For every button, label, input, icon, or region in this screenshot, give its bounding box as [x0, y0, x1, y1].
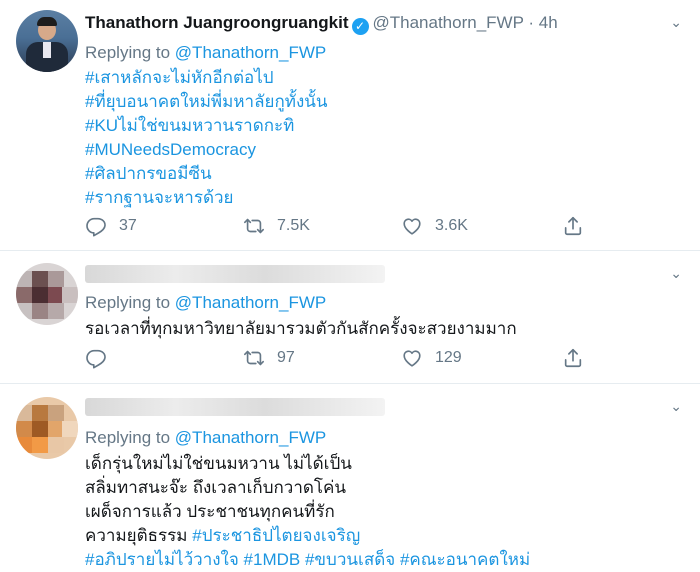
reply-button[interactable] [85, 346, 119, 370]
share-icon [562, 347, 584, 369]
retweet-button[interactable]: 97 [243, 346, 295, 370]
reply-button[interactable]: 37 [85, 214, 137, 238]
retweet-count: 7.5K [277, 217, 310, 234]
like-count: 129 [435, 349, 462, 366]
share-icon [562, 215, 584, 237]
tweet-header: Thanathorn Juangroongruangkit ✓ @Thanathor… [85, 13, 558, 35]
like-button[interactable]: 3.6K [401, 214, 468, 238]
hashtag-link[interactable]: #ศิลปากรขอมีซีน [85, 162, 328, 186]
author-name[interactable]: Thanathorn Juangroongruangkit [85, 13, 349, 32]
tweet-line: #อภิปรายไม่ไว้วางใจ #1MDB #ขบวนเสด็จ #คณ… [85, 548, 530, 572]
hashtag-link[interactable]: #เสาหลักจะไม่หักอีกต่อไป [85, 66, 328, 90]
hashtag-link[interactable]: #1MDB [244, 550, 301, 569]
tweet-text: #เสาหลักจะไม่หักอีกต่อไป #ที่ยุบอนาคตใหม… [85, 66, 328, 210]
replying-prefix: Replying to [85, 43, 171, 62]
chevron-down-icon[interactable]: ⌄ [670, 14, 682, 31]
mention-link[interactable]: @Thanathorn_FWP [175, 428, 326, 447]
retweet-count: 97 [277, 349, 295, 366]
replying-prefix: Replying to [85, 428, 171, 447]
hashtag-link[interactable]: #คณะอนาคตใหม่ [400, 550, 530, 569]
blurred-author [85, 398, 385, 416]
tweet-main[interactable]: Thanathorn Juangroongruangkit ✓ @Thanathor… [0, 0, 700, 251]
timestamp[interactable]: 4h [539, 13, 558, 32]
retweet-icon [243, 215, 265, 237]
reply-tweet[interactable]: ⌄ Replying to @Thanathorn_FWP เด็กรุ่นให… [0, 384, 700, 569]
tweet-line-text: ความยุติธรรม [85, 526, 193, 545]
replying-to: Replying to @Thanathorn_FWP [85, 293, 326, 313]
author-handle[interactable]: @Thanathorn_FWP [373, 13, 524, 32]
tweet-line: สลิ่มทาสนะจ๊ะ ถึงเวลาเก็บกวาดโค่น [85, 478, 347, 497]
hashtag-link[interactable]: #ที่ยุบอนาคตใหม่พี่มหาลัยกูทั้งนั้น [85, 90, 328, 114]
reply-tweet[interactable]: ⌄ Replying to @Thanathorn_FWP รอเวลาที่ท… [0, 251, 700, 384]
share-button[interactable] [562, 214, 584, 238]
tweet-line: เด็กรุ่นใหม่ไม่ใช่ขนมหวาน ไม่ได้เป็น [85, 454, 352, 473]
blurred-author [85, 265, 385, 283]
chevron-down-icon[interactable]: ⌄ [670, 265, 682, 282]
replying-prefix: Replying to [85, 293, 171, 312]
verified-badge-icon: ✓ [351, 18, 369, 35]
hashtag-link[interactable]: #รากฐานจะหารด้วย [85, 186, 328, 210]
tweet-text: เด็กรุ่นใหม่ไม่ใช่ขนมหวาน ไม่ได้เป็น สลิ… [85, 452, 530, 572]
avatar[interactable] [16, 10, 78, 72]
tweet-line: เผด็จการแล้ว ประชาชนทุกคนที่รัก [85, 502, 335, 521]
hashtag-link[interactable]: #อภิปรายไม่ไว้วางใจ [85, 550, 239, 569]
hashtag-link[interactable]: #MUNeedsDemocracy [85, 138, 328, 162]
tweet-line: ความยุติธรรม #ประชาธิปไตยจงเจริญ [85, 524, 530, 548]
replying-to: Replying to @Thanathorn_FWP [85, 428, 326, 448]
hashtag-link[interactable]: #KUไม่ใช่ขนมหวานราดกะทิ [85, 114, 328, 138]
heart-icon [401, 347, 423, 369]
retweet-button[interactable]: 7.5K [243, 214, 310, 238]
action-bar: 37 7.5K 3.6K [85, 214, 595, 238]
share-button[interactable] [562, 346, 584, 370]
chevron-down-icon[interactable]: ⌄ [670, 398, 682, 415]
retweet-icon [243, 347, 265, 369]
like-button[interactable]: 129 [401, 346, 462, 370]
mention-link[interactable]: @Thanathorn_FWP [175, 293, 326, 312]
mention-link[interactable]: @Thanathorn_FWP [175, 43, 326, 62]
tweet-text: รอเวลาที่ทุกมหาวิทยาลัยมารวมตัวกันสักครั… [85, 317, 517, 341]
action-bar: 97 129 [85, 346, 595, 370]
replying-to: Replying to @Thanathorn_FWP [85, 43, 326, 63]
tweet-line: รอเวลาที่ทุกมหาวิทยาลัยมารวมตัวกันสักครั… [85, 319, 517, 338]
avatar[interactable] [16, 263, 78, 325]
reply-count: 37 [119, 217, 137, 234]
hashtag-link[interactable]: #ขบวนเสด็จ [305, 550, 395, 569]
reply-icon [85, 347, 107, 369]
hashtag-link[interactable]: #ประชาธิปไตยจงเจริญ [192, 526, 360, 545]
separator: · [528, 13, 535, 32]
like-count: 3.6K [435, 217, 468, 234]
avatar[interactable] [16, 397, 78, 459]
reply-icon [85, 215, 107, 237]
heart-icon [401, 215, 423, 237]
